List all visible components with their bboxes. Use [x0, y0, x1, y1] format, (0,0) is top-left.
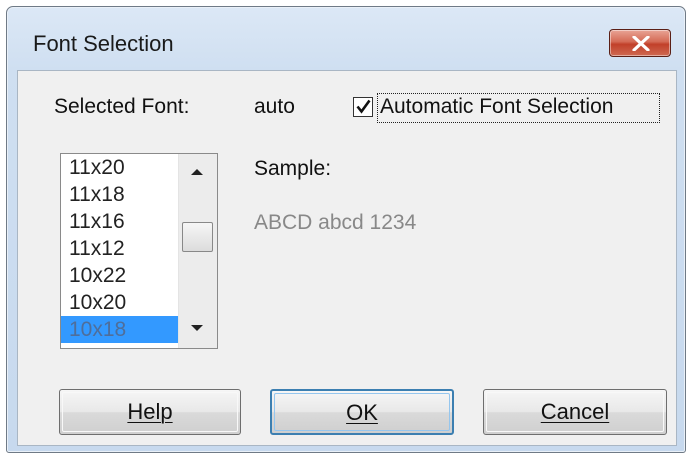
automatic-font-selection-label[interactable]: Automatic Font Selection: [380, 95, 613, 119]
help-button[interactable]: Help: [59, 389, 241, 435]
list-item[interactable]: 11x18: [61, 181, 179, 208]
listbox-scrollbar[interactable]: [178, 154, 217, 348]
checkmark-icon: [356, 99, 371, 114]
list-item[interactable]: 11x16: [61, 208, 179, 235]
help-button-label: Help: [127, 399, 173, 424]
scroll-up-arrow-icon[interactable]: [191, 168, 203, 176]
font-selection-dialog: Font Selection Selected Font: auto Autom…: [6, 6, 686, 453]
font-size-list: 11x20 11x18 11x16 11x12 10x22 10x20 10x1…: [61, 154, 179, 343]
list-item[interactable]: 10x20: [61, 289, 179, 316]
scrollbar-thumb[interactable]: [182, 222, 213, 252]
window-title: Font Selection: [33, 31, 174, 56]
sample-label: Sample:: [254, 157, 332, 180]
dialog-body: Selected Font: auto Automatic Font Selec…: [17, 70, 677, 446]
ok-button-label: OK: [346, 400, 378, 425]
automatic-font-selection-checkbox[interactable]: [353, 97, 373, 117]
ok-button[interactable]: OK: [270, 389, 454, 435]
list-item-selected[interactable]: 10x18: [61, 316, 179, 343]
list-item[interactable]: 11x20: [61, 154, 179, 181]
selected-font-label: Selected Font:: [54, 95, 190, 118]
list-item[interactable]: 10x22: [61, 262, 179, 289]
scroll-down-arrow-icon[interactable]: [191, 324, 203, 332]
close-button[interactable]: [609, 29, 671, 57]
cancel-button-label: Cancel: [540, 399, 610, 424]
close-icon: [632, 36, 650, 51]
sample-text: ABCD abcd 1234: [254, 211, 417, 234]
font-size-listbox[interactable]: 11x20 11x18 11x16 11x12 10x22 10x20 10x1…: [60, 153, 218, 349]
cancel-button[interactable]: Cancel: [483, 389, 667, 435]
selected-font-value: auto: [254, 95, 295, 118]
title-bar[interactable]: Font Selection: [7, 7, 685, 65]
list-item[interactable]: 11x12: [61, 235, 179, 262]
